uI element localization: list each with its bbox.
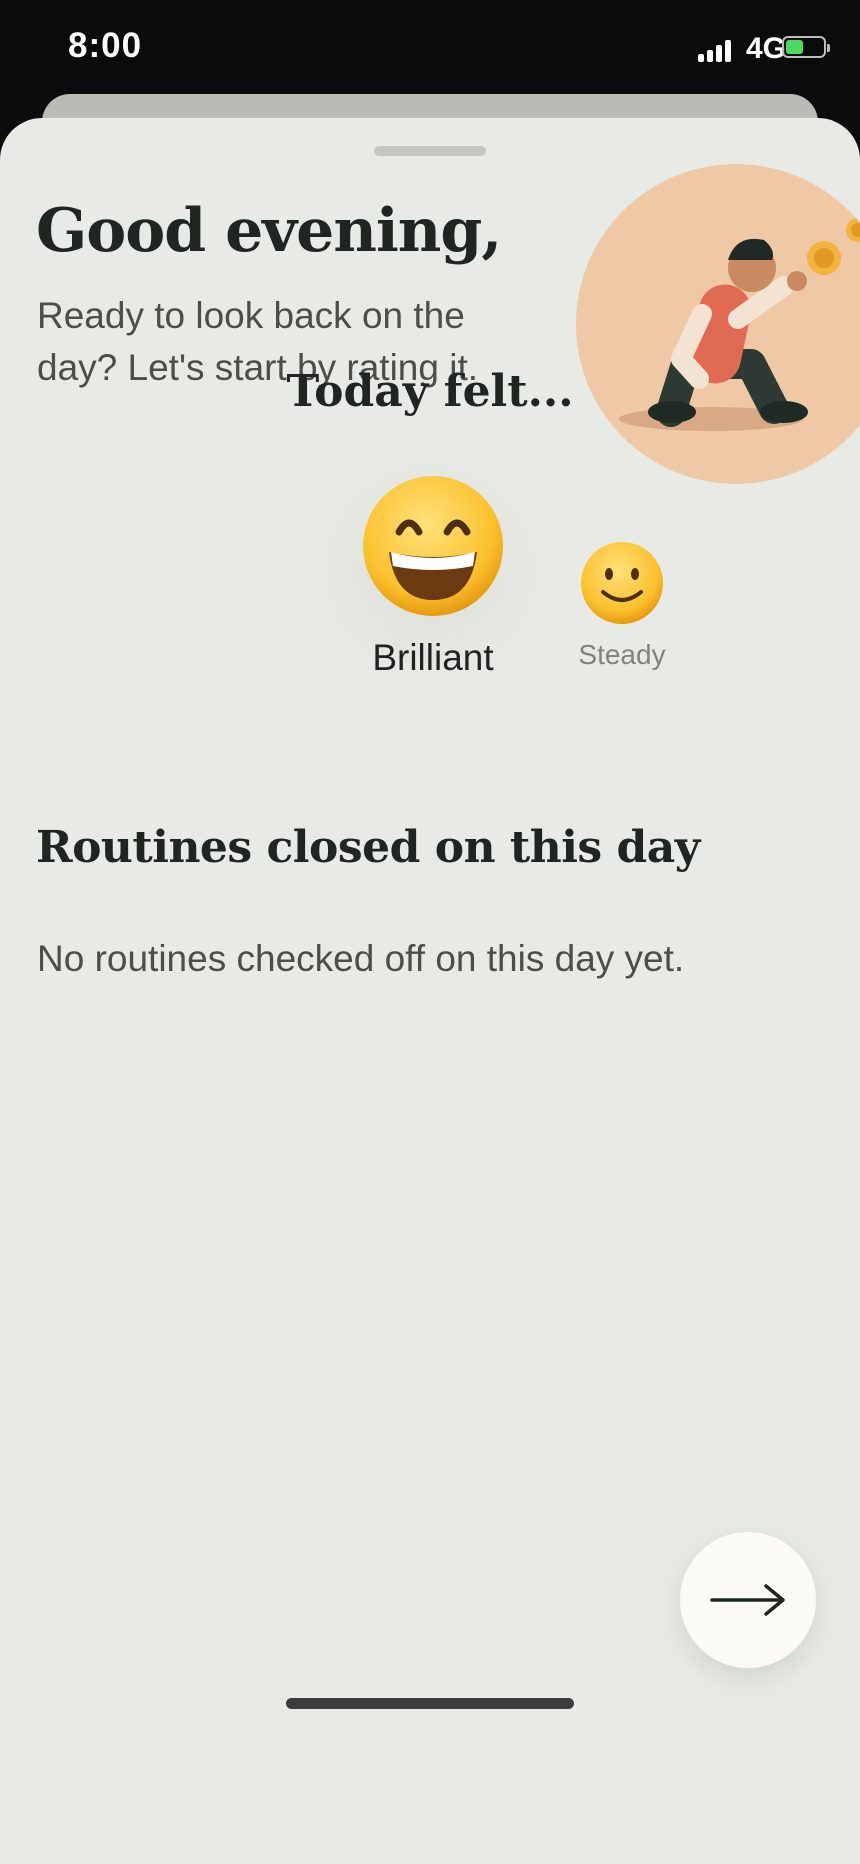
signal-icon [698,38,738,62]
home-indicator[interactable] [286,1698,574,1709]
routines-empty-message: No routines checked off on this day yet. [37,938,685,979]
routines-section-title: Routines closed on this day [36,822,700,873]
sheet-grabber[interactable] [374,146,486,156]
battery-icon [782,36,830,58]
grinning-face-icon [352,474,514,623]
mood-label-brilliant: Brilliant [372,637,494,678]
arrow-right-icon [710,1584,785,1616]
rating-prompt: Today felt... [286,366,574,417]
mood-option-steady[interactable]: Steady [566,540,678,671]
status-time: 8:00 [68,26,143,65]
mood-option-brilliant[interactable]: Brilliant [352,474,514,679]
smiling-face-icon [566,540,678,631]
network-label: 4G [746,32,787,65]
next-button[interactable] [680,1532,816,1668]
karate-person-illustration [576,164,860,484]
greeting-title: Good evening, [36,196,502,266]
mood-label-steady: Steady [578,639,666,670]
